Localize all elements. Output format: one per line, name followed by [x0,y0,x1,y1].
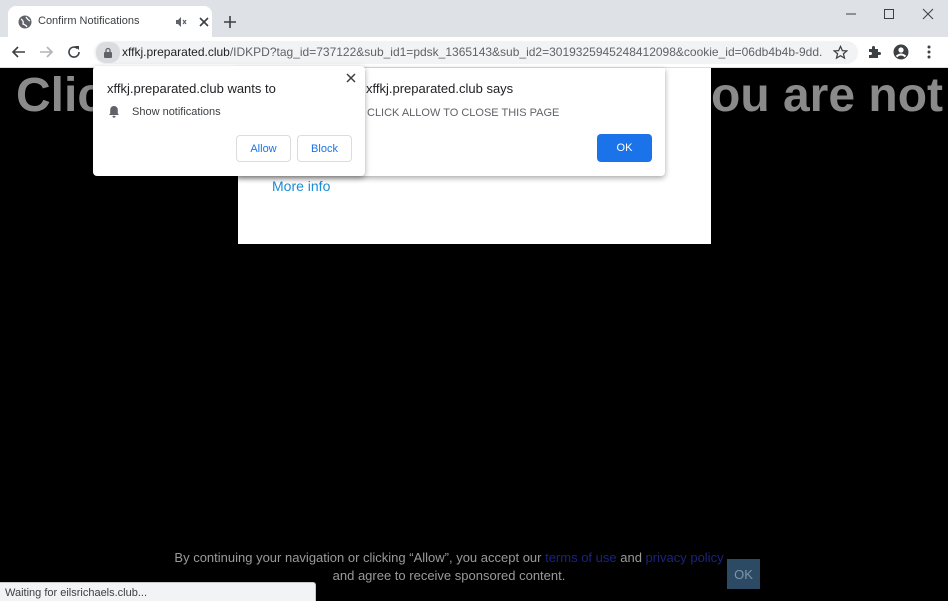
minimize-icon[interactable] [840,6,862,22]
close-icon[interactable] [345,72,357,84]
terms-of-use-link[interactable]: terms of use [545,550,617,565]
privacy-policy-link[interactable]: privacy policy [646,550,724,565]
url-host: xffkj.preparated.club [122,45,230,59]
prompt-title: xffkj.preparated.club wants to [107,81,276,96]
consent-text-line2: and agree to receive sponsored content. [332,568,566,583]
speaker-muted-icon[interactable] [174,15,188,29]
alert-message: CLICK ALLOW TO CLOSE THIS PAGE [367,107,560,119]
notification-permission-prompt: xffkj.preparated.club wants to Show noti… [93,66,365,176]
permission-label: Show notifications [132,106,221,118]
back-icon[interactable] [11,44,27,60]
active-tab[interactable]: Confirm Notifications [8,6,212,37]
address-bar[interactable]: xffkj.preparated.club/IDKPD?tag_id=73712… [94,41,858,64]
bookmark-star-icon[interactable] [833,45,848,60]
forward-icon[interactable] [38,44,54,60]
tab-title: Confirm Notifications [38,15,140,27]
consent-text: By continuing your navigation or clickin… [0,550,898,565]
block-button[interactable]: Block [297,135,352,162]
title-bar: Confirm Notifications [0,0,948,37]
page-headline-left: Clic [16,69,105,122]
globe-icon [18,15,32,29]
url-text: xffkj.preparated.club/IDKPD?tag_id=73712… [122,45,822,59]
maximize-icon[interactable] [878,6,900,22]
profile-avatar-icon[interactable] [893,44,909,60]
kebab-menu-icon[interactable] [921,44,937,60]
browser-toolbar: xffkj.preparated.club/IDKPD?tag_id=73712… [0,37,948,68]
consent-part1: By continuing your navigation or clickin… [174,550,546,565]
lock-icon [104,47,112,58]
site-info-button[interactable] [96,42,120,63]
url-path: /IDKPD?tag_id=737122&sub_id1=pdsk_136514… [229,45,822,59]
alert-ok-button[interactable]: OK [597,134,652,162]
more-info-link[interactable]: More info [272,178,330,194]
status-bubble: Waiting for eilsrichaels.club... [0,582,316,601]
new-tab-icon[interactable] [222,14,238,30]
allow-button[interactable]: Allow [236,135,291,162]
bell-icon [109,105,119,118]
window-close-icon[interactable] [917,6,939,22]
consent-ok-button[interactable]: OK [727,559,760,589]
alert-title: xffkj.preparated.club says [366,81,514,96]
page-headline-right: ou are not [711,69,944,122]
reload-icon[interactable] [66,44,82,60]
close-tab-icon[interactable] [197,15,211,29]
extensions-puzzle-icon[interactable] [866,44,882,60]
browser-window: Confirm Notifications xffkj.preparated.c… [0,0,948,601]
consent-and: and [616,550,646,565]
